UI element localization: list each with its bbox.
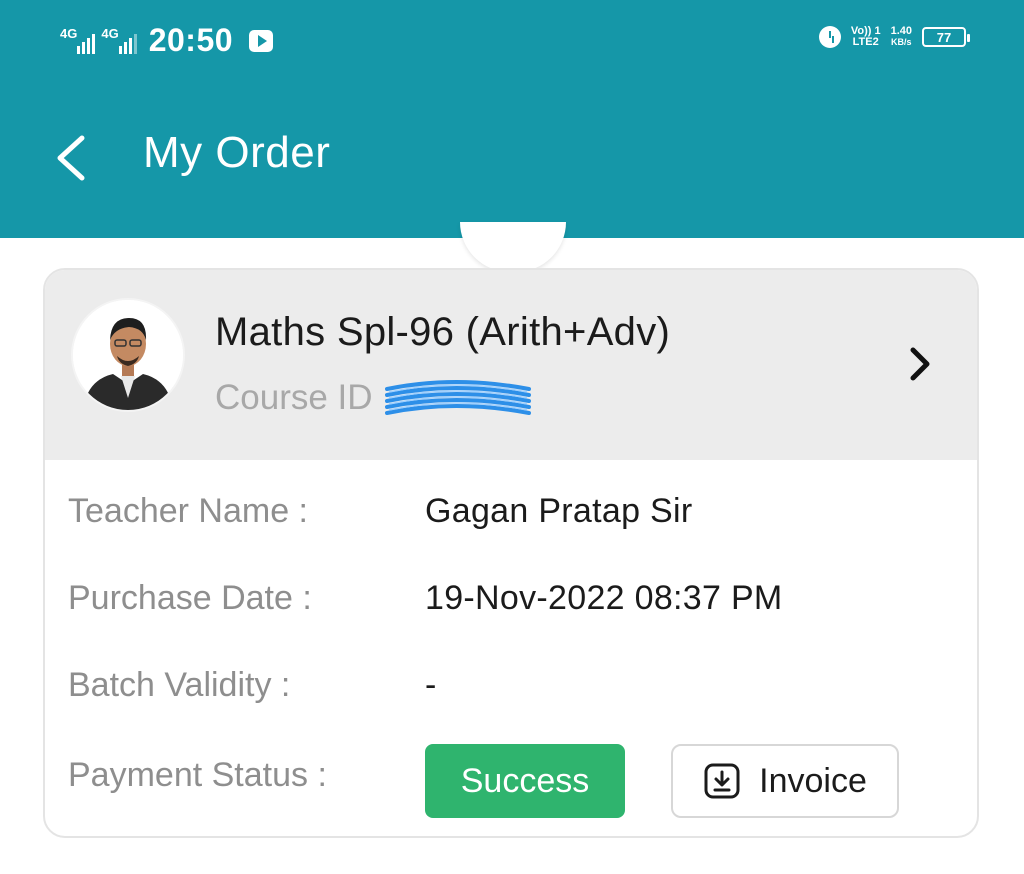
teacher-name-label: Teacher Name : [68,492,308,530]
speed-unit: KB/s [891,37,912,47]
purchase-date-label: Purchase Date : [68,579,312,617]
download-icon [704,763,740,799]
signal-sim1: 4G [60,26,96,54]
youtube-notification-icon [249,29,274,52]
signal-bars-icon [77,32,96,54]
network-type-label: 4G [101,26,119,41]
course-id: Course ID [215,378,373,417]
app-header: 4G 4G 20:50 Vo)) 1 LTE2 1.40 KB/s 77 My … [0,0,1024,238]
order-card: Maths Spl-96 (Arith+Adv) Course ID Teach… [43,268,979,838]
chevron-right-icon [910,347,930,381]
invoice-label: Invoice [759,761,867,800]
battery-icon: 77 [922,27,970,47]
course-name: Maths Spl-96 (Arith+Adv) [215,310,671,354]
network-speed: 1.40 KB/s [891,26,912,48]
signal-sim2: 4G [101,26,137,54]
battery-level: 77 [936,29,952,45]
alarm-icon [818,26,841,48]
purchase-date-value: 19-Nov-2022 08:37 PM [425,579,783,617]
invoice-button[interactable]: Invoice [671,744,899,818]
payment-status-badge[interactable]: Success [425,744,625,818]
status-bar: 4G 4G 20:50 Vo)) 1 LTE2 1.40 KB/s 77 [0,18,1024,66]
teacher-name-value: Gagan Pratap Sir [425,492,693,530]
payment-status-text: Success [460,761,590,800]
teacher-photo [73,300,183,410]
clock: 20:50 [148,22,234,58]
back-button[interactable] [50,132,90,184]
back-arrow-icon [57,135,85,181]
volte-line-2: LTE2 [852,36,879,48]
course-header[interactable]: Maths Spl-96 (Arith+Adv) Course ID [45,270,977,460]
signal-bars-icon [118,32,137,54]
speed-value: 1.40 [890,25,912,37]
network-type-label: 4G [60,26,78,41]
volte-indicator: Vo)) 1 LTE2 [851,26,881,48]
payment-status-label: Payment Status : [68,756,327,794]
redaction-scribble [385,380,531,415]
pull-tab [460,222,566,272]
page-title: My Order [143,128,331,177]
batch-validity-label: Batch Validity : [68,666,291,704]
teacher-avatar [73,300,183,410]
batch-validity-value: - [425,666,437,704]
